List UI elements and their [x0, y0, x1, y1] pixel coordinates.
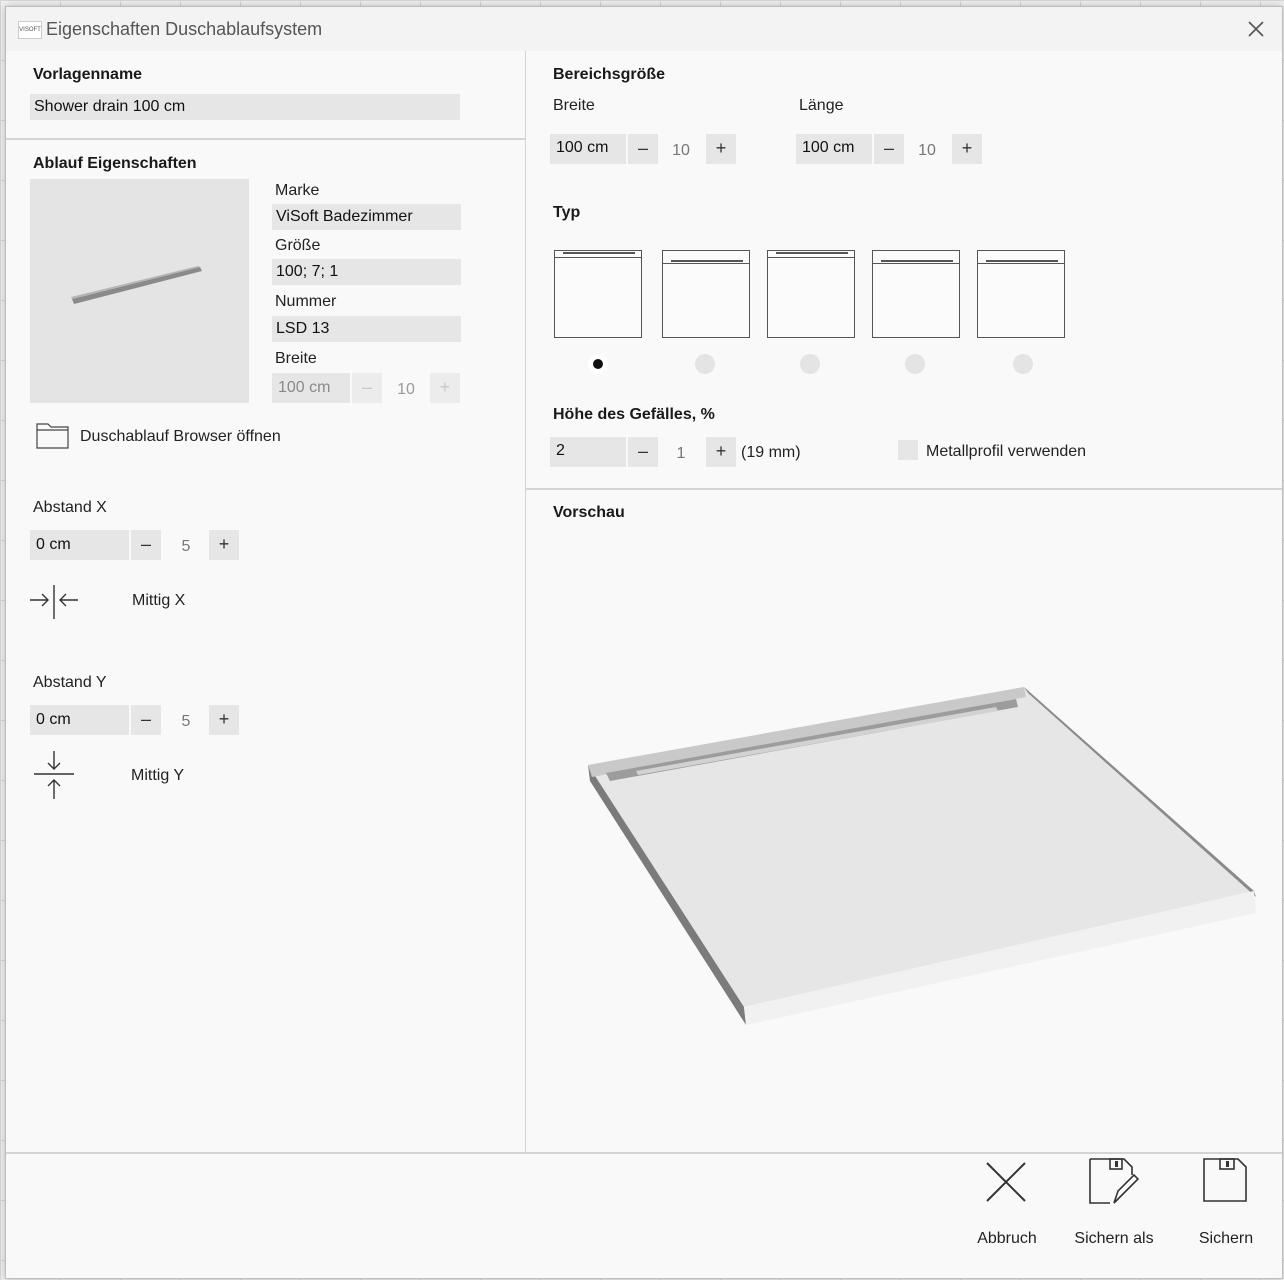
app-logo: VISOFT: [18, 21, 42, 39]
template-name-label: Vorlagenname: [33, 66, 143, 83]
open-drain-browser-label: Duschablauf Browser öffnen: [80, 428, 281, 445]
preview-3d-render: [588, 687, 1256, 1025]
slope-step: 1: [676, 445, 686, 462]
area-size-label: Bereichsgröße: [553, 66, 666, 83]
drain-width-minus-button[interactable]: –: [352, 373, 382, 403]
type-radio-2[interactable]: [695, 354, 715, 374]
drain-properties-label: Ablauf Eigenschaften: [33, 155, 197, 172]
drain-thumbnail: [30, 179, 249, 403]
slope-height-label: Höhe des Gefälles, %: [553, 406, 715, 423]
area-length-step: 10: [918, 142, 936, 159]
save-icon: [1203, 1158, 1247, 1202]
type-radio-1[interactable]: [588, 354, 608, 374]
area-length-label: Länge: [799, 97, 844, 114]
distance-y-label: Abstand Y: [33, 674, 107, 691]
center-x-icon[interactable]: [30, 585, 80, 621]
drain-width-plus-button[interactable]: +: [430, 373, 460, 403]
distance-x-minus-button[interactable]: –: [131, 530, 161, 560]
brand-field: ViSoft Badezimmer: [272, 204, 461, 230]
drain-width-step: 10: [397, 381, 415, 398]
drain-width-input[interactable]: 100 cm: [272, 373, 350, 403]
center-y-label[interactable]: Mittig Y: [131, 767, 184, 785]
distance-y-plus-button[interactable]: +: [209, 705, 239, 735]
open-drain-browser-button[interactable]: Duschablauf Browser öffnen: [36, 419, 336, 453]
type-radio-5[interactable]: [1013, 354, 1033, 374]
slope-minus-button[interactable]: –: [628, 437, 658, 467]
area-length-plus-button[interactable]: +: [952, 134, 982, 164]
save-as-icon: [1089, 1158, 1140, 1204]
save-as-label: Sichern als: [1074, 1230, 1154, 1247]
size-label: Größe: [275, 237, 321, 254]
distance-y-minus-button[interactable]: –: [131, 705, 161, 735]
area-width-input[interactable]: 100 cm: [550, 134, 626, 164]
save-label: Sichern: [1198, 1230, 1254, 1247]
panel-divider: [525, 51, 526, 1153]
save-as-button[interactable]: Sichern als: [1064, 1157, 1164, 1257]
metal-profile-label[interactable]: Metallprofil verwenden: [926, 443, 1086, 461]
type-radio-3[interactable]: [800, 354, 820, 374]
area-width-label: Breite: [553, 97, 595, 114]
distance-x-input[interactable]: 0 cm: [30, 530, 129, 560]
preview-label: Vorschau: [553, 504, 625, 521]
type-radio-4[interactable]: [905, 354, 925, 374]
type-option-2[interactable]: [662, 250, 750, 338]
metal-profile-checkbox[interactable]: [898, 440, 918, 460]
center-x-label[interactable]: Mittig X: [132, 592, 185, 610]
distance-y-input[interactable]: 0 cm: [30, 705, 129, 735]
area-length-minus-button[interactable]: –: [874, 134, 904, 164]
number-label: Nummer: [275, 293, 337, 310]
distance-x-label: Abstand X: [33, 499, 107, 516]
type-option-4[interactable]: [872, 250, 960, 338]
brand-label: Marke: [275, 182, 320, 199]
type-option-1[interactable]: [554, 250, 642, 338]
footer-separator: [6, 1152, 1282, 1154]
slope-input[interactable]: 2: [550, 437, 626, 467]
separator: [6, 138, 525, 140]
type-option-5[interactable]: [977, 250, 1065, 338]
distance-x-plus-button[interactable]: +: [209, 530, 239, 560]
drain-width-label: Breite: [275, 350, 317, 367]
close-icon: [986, 1162, 1026, 1202]
window-title: Eigenschaften Duschablaufsystem: [46, 19, 323, 39]
slope-plus-button[interactable]: +: [706, 437, 736, 467]
cancel-label: Abbruch: [977, 1230, 1037, 1247]
title-bar: VISOFT Eigenschaften Duschablaufsystem: [6, 7, 1282, 51]
slope-mm-text: (19 mm): [741, 444, 801, 461]
close-icon[interactable]: [1244, 17, 1268, 41]
separator: [526, 488, 1282, 490]
folder-icon: [36, 423, 69, 449]
center-y-icon[interactable]: [32, 751, 76, 801]
distance-y-step: 5: [181, 713, 191, 730]
type-label: Typ: [553, 204, 581, 221]
area-length-input[interactable]: 100 cm: [796, 134, 872, 164]
save-button[interactable]: Sichern: [1186, 1157, 1266, 1257]
type-option-3[interactable]: [767, 250, 855, 338]
distance-x-step: 5: [181, 538, 191, 555]
cancel-button[interactable]: Abbruch: [961, 1157, 1053, 1257]
template-name-input[interactable]: Shower drain 100 cm: [30, 94, 460, 120]
size-field: 100; 7; 1: [272, 259, 461, 285]
area-width-step: 10: [672, 142, 690, 159]
number-field: LSD 13: [272, 316, 461, 342]
properties-dialog: VISOFT Eigenschaften Duschablaufsystem V…: [5, 6, 1283, 1279]
area-width-plus-button[interactable]: +: [706, 134, 736, 164]
area-width-minus-button[interactable]: –: [628, 134, 658, 164]
